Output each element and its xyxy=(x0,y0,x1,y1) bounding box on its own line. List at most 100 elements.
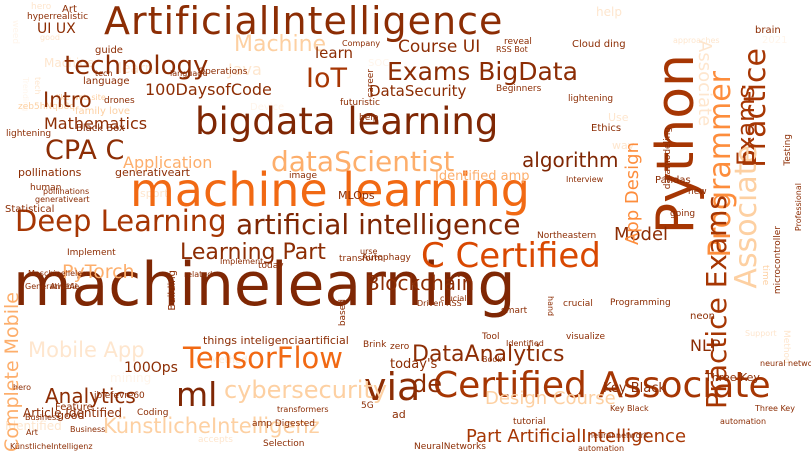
word-kunstlicheintelligenz-small: KünstlicheIntelligenz xyxy=(10,442,93,451)
word-visualize: urse xyxy=(360,247,378,256)
word-part-artificialintelligence: Part ArtificialIntelligence xyxy=(466,426,687,447)
word-transform-small: tech xyxy=(95,69,113,78)
word-rss-bot: RSS Bot xyxy=(496,45,528,54)
word-neural-network: neural network xyxy=(588,431,649,440)
word-professional: Professional xyxy=(794,183,803,232)
word-northeastern: Northeastern xyxy=(537,231,597,241)
word-cyber: Support xyxy=(745,329,777,338)
word-urse: going xyxy=(670,209,696,219)
word-hero: hero xyxy=(13,383,31,392)
word-intro: Intro xyxy=(43,88,92,112)
word-key-black-small: Key Black xyxy=(610,404,649,413)
word-100daysofcode: 100DaysofCode xyxy=(145,80,272,99)
word-tool: based xyxy=(338,299,348,327)
word-complete-mobile: Complete Mobile xyxy=(1,292,23,452)
word-ui-ux: UI UX xyxy=(37,21,76,37)
word-nlp: NLP xyxy=(690,336,721,355)
word-blockchain: Blockchain xyxy=(366,271,475,295)
word-brink: Brink xyxy=(363,340,387,350)
word-method: Identified xyxy=(506,339,544,348)
word-transformers: transformers xyxy=(277,405,329,414)
word-maschinellelerne-small: lightening xyxy=(6,129,52,139)
word-neon: neon xyxy=(690,311,715,322)
word-artificial-intelligence: artificial intelligence xyxy=(236,208,521,241)
word-iot: IoT xyxy=(306,63,347,94)
word-three-key: Three Key xyxy=(705,371,760,384)
word-bigdata-learning: bigdata learning xyxy=(195,100,499,143)
word-weed: hero xyxy=(31,2,52,12)
word-course-ui: Course UI xyxy=(398,37,481,57)
word-approaches: Ansible xyxy=(50,282,80,291)
word-ml: ml xyxy=(176,375,218,414)
word-generativeart-small: generativeart xyxy=(35,195,90,204)
word-learn: learn xyxy=(315,44,353,62)
word-generativeart: generativeart xyxy=(115,166,190,179)
word-cloud: hero good weed Trending tech zeb5hNqb8q … xyxy=(0,0,811,457)
word-futuristic: futuristic xyxy=(340,98,380,108)
word-machine: Machine xyxy=(234,32,327,57)
word-de: de xyxy=(412,370,442,398)
word-python: Python xyxy=(646,54,706,235)
word-zeb5hnqb8q: Art xyxy=(62,4,77,15)
word-crucial-small: crucial xyxy=(440,294,467,303)
word-selection: Selection xyxy=(263,439,305,449)
word-mining: Use xyxy=(608,111,629,124)
word-100ops: 100Ops xyxy=(124,360,178,376)
word-family-love: visualize xyxy=(566,332,605,342)
word-mobile-app: Mobile App xyxy=(28,338,145,362)
word-brain: brain xyxy=(755,25,781,36)
word-three-key-small: Three Key xyxy=(755,404,795,413)
word-based: new xyxy=(688,187,707,197)
word-building: Building xyxy=(167,270,178,311)
word-language-small: language xyxy=(170,69,208,78)
word-guide: guide xyxy=(95,45,123,56)
word-maschinellelerne: lightening xyxy=(568,94,614,104)
word-identified-top: help xyxy=(596,5,622,19)
word-design-course: Design Course xyxy=(485,388,616,409)
word-tutorial: tutorial xyxy=(513,417,546,427)
word-amp-digested: amp Digested xyxy=(252,419,316,429)
word-related: related xyxy=(184,270,213,279)
word-things-inteligenciaartificial: things inteligenciaartificial xyxy=(203,334,349,347)
word-neuralnetworks: NeuralNetworks xyxy=(414,442,486,452)
word-lightening: Book xyxy=(482,355,502,364)
word-app-design: App Design xyxy=(622,142,643,246)
word-art: Art xyxy=(26,428,38,437)
word-trending: weed xyxy=(10,20,20,45)
word-implement-small: Implement xyxy=(220,257,264,266)
word-hand: hand xyxy=(546,296,555,317)
word-crucial: crucial xyxy=(563,299,593,309)
word-key-black: Key Black xyxy=(603,381,666,396)
word-cybersecurity: cybersecurity xyxy=(224,376,388,404)
word-amp: zero xyxy=(390,342,410,352)
word-business-small: Business xyxy=(25,413,61,422)
word-algorithm: algorithm xyxy=(522,148,619,172)
word-career: Maschinellelerne xyxy=(28,269,96,278)
word-use: career xyxy=(366,69,376,98)
word-ethics: Ethics xyxy=(591,123,622,134)
word-way: 2021 xyxy=(762,35,788,46)
word-programming: Programming xyxy=(610,298,671,308)
word-business: Business xyxy=(70,425,106,434)
word-r: today's xyxy=(390,357,438,372)
word-drones: drones xyxy=(104,96,135,106)
word-automation-small: automation xyxy=(720,417,767,426)
word-coding: Coding xyxy=(137,408,169,418)
word-testing: Testing xyxy=(783,134,793,166)
word-interview: Interview xyxy=(566,175,604,184)
word-book: transform xyxy=(339,254,384,264)
word-pollinations-small: pollinations xyxy=(43,187,90,196)
word-cloud-ding: Cloud ding xyxy=(572,39,626,50)
word-like-web-site: Tool xyxy=(482,332,500,342)
word-pollinations: pollinations xyxy=(18,166,82,179)
word-statistical: Statistical xyxy=(5,204,55,215)
word-pandas: Pandas xyxy=(655,175,691,186)
word-cpa-c: CPA C xyxy=(45,135,125,166)
word-image: image xyxy=(289,171,318,181)
word-datasecurity: DataSecurity xyxy=(369,82,467,100)
word-neural-network-small: neural network xyxy=(760,359,811,368)
word-automation: automation xyxy=(578,444,625,453)
word-transform: tech xyxy=(33,77,42,95)
word-c-certified: C Certified xyxy=(421,236,601,276)
word-company: Company xyxy=(342,39,381,48)
